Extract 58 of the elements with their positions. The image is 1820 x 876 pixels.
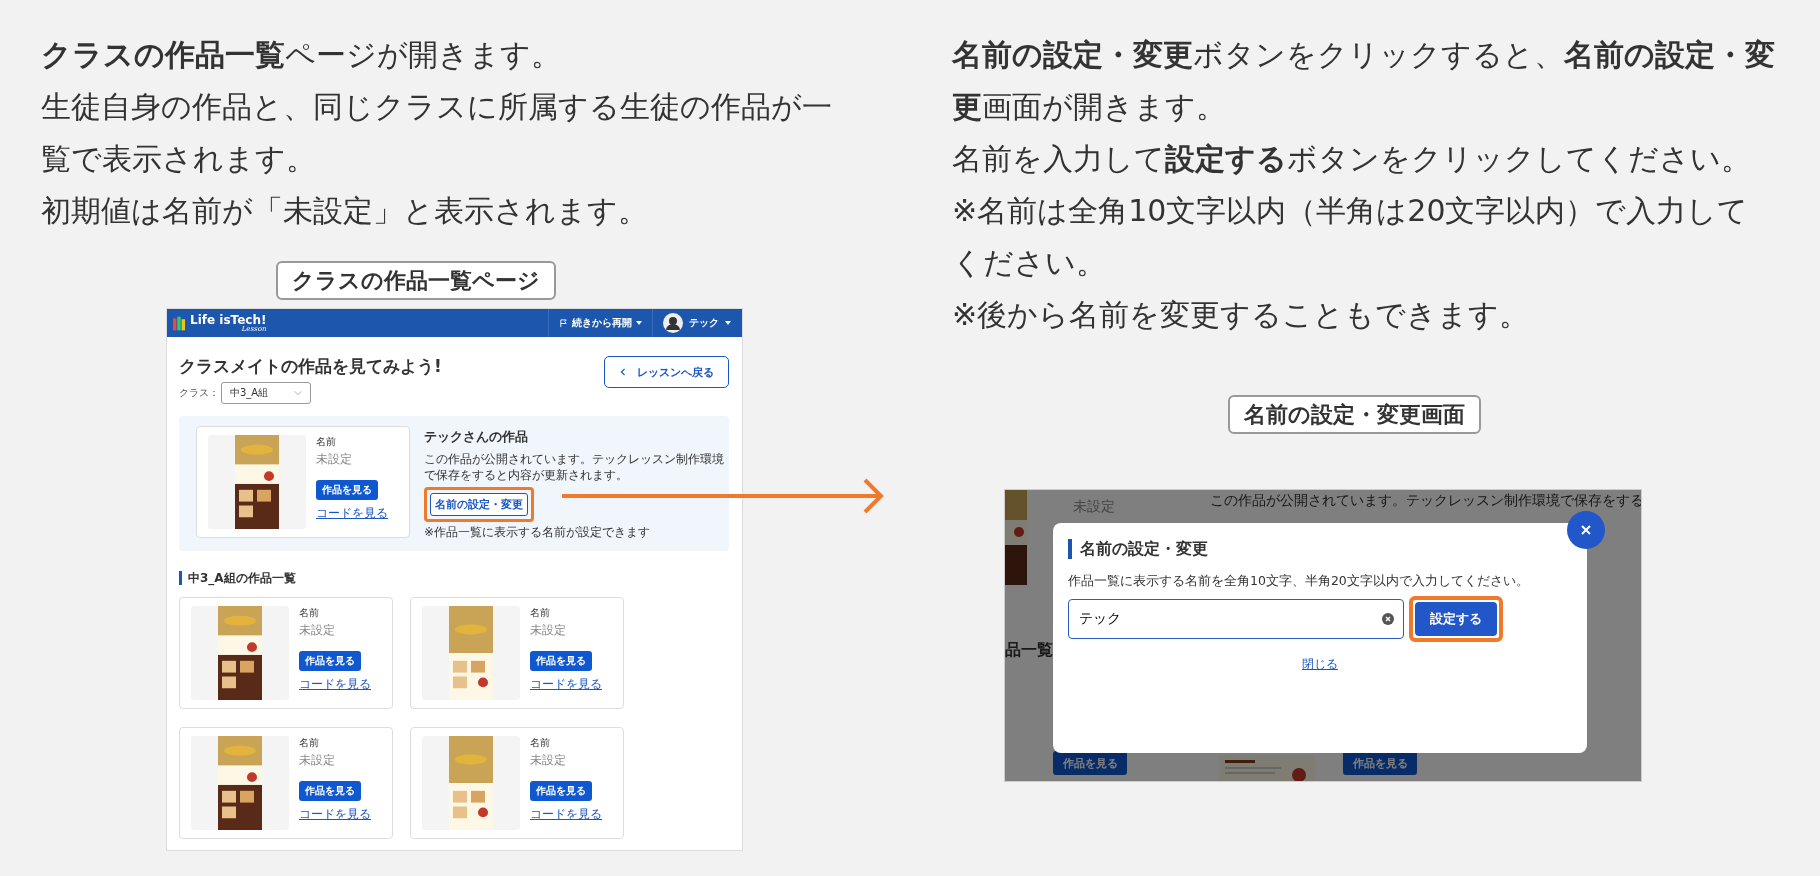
view-code-link[interactable]: コードを見る xyxy=(530,676,602,693)
close-link[interactable]: 閉じる xyxy=(1302,656,1338,673)
name-value: 未設定 xyxy=(316,451,352,468)
avatar-icon xyxy=(663,313,683,333)
view-work-button[interactable]: 作品を見る xyxy=(299,781,361,801)
work-description: この作品が公開されています。テックレッスン制作環境で保存をする xyxy=(1210,492,1641,510)
chevron-down-icon xyxy=(294,389,302,397)
set-name-button[interactable]: 名前の設定・変更 xyxy=(430,493,528,516)
name-value: 未設定 xyxy=(299,622,335,639)
work-description: この作品が公開されています。テックレッスン制作環境で保存をすると内容が更新されます。 xyxy=(424,451,724,483)
class-dropdown[interactable]: 中3_A組 xyxy=(221,382,311,404)
dialog-instruction: 作品一覧に表示する名前を全角10文字、半角20文字以内で入力してください。 xyxy=(1068,573,1530,590)
resume-menu[interactable]: 続きから再開 xyxy=(548,309,652,337)
page-title: クラスメイトの作品を見てみよう! xyxy=(179,355,442,378)
flag-icon xyxy=(559,318,568,328)
work-heading: テックさんの作品 xyxy=(424,428,529,446)
name-value: 未設定 xyxy=(530,622,566,639)
name-label: 名前 xyxy=(299,736,319,750)
submit-button[interactable]: 設定する xyxy=(1415,602,1497,636)
name-label: 名前 xyxy=(299,606,319,620)
view-code-link[interactable]: コードを見る xyxy=(299,806,371,823)
view-code-link[interactable]: コードを見る xyxy=(316,505,388,522)
back-to-lesson-button[interactable]: レッスンへ戻る xyxy=(604,356,729,388)
logo-text: Life isTech! xyxy=(190,313,267,326)
caret-icon xyxy=(725,321,731,325)
instruction-text: 初期値は名前が「未設定」と表示されます。 xyxy=(41,192,649,230)
section-heading: 品一覧 xyxy=(1005,640,1053,661)
class-label: クラス： xyxy=(179,386,219,400)
close-icon xyxy=(1580,524,1592,536)
logo-icon xyxy=(173,315,185,331)
close-button[interactable] xyxy=(1567,511,1605,549)
note-text: ※作品一覧に表示する名前が設定できます xyxy=(424,524,651,541)
instruction-text: クラスの作品一覧ページが開きます。 xyxy=(41,36,562,74)
instruction-text: 名前の設定・変更ボタンをクリックすると、名前の設定・変更画面が開きます。 xyxy=(952,36,1776,126)
section-heading: 中3_A組の作品一覧 xyxy=(179,571,729,585)
name-value: 未設定 xyxy=(299,752,335,769)
name-label: 名前 xyxy=(316,435,336,449)
view-work-button[interactable]: 作品を見る xyxy=(530,781,592,801)
view-work-button[interactable]: 作品を見る xyxy=(316,480,378,500)
instruction-text: ※後から名前を変更することもできます。 xyxy=(952,296,1531,334)
user-menu[interactable]: テック xyxy=(652,309,742,337)
instruction-text: 名前を入力して設定するボタンをクリックしてください。 xyxy=(952,140,1752,178)
view-code-link[interactable]: コードを見る xyxy=(530,806,602,823)
view-work-button[interactable]: 作品を見る xyxy=(299,651,361,671)
name-value: 未設定 xyxy=(530,752,566,769)
name-label: 名前 xyxy=(530,606,550,620)
view-code-link[interactable]: コードを見る xyxy=(299,676,371,693)
instruction-text: ※名前は全角10文字以内（半角は20文字以内）で入力してください。 xyxy=(952,192,1750,282)
instruction-text: 生徒自身の作品と、同じクラスに所属する生徒の作品が一覧で表示されます。 xyxy=(41,88,833,178)
name-input-field[interactable]: テック xyxy=(1068,599,1404,639)
name-label: 名前 xyxy=(530,736,550,750)
name-value: 未設定 xyxy=(1073,498,1115,516)
view-work-button[interactable]: 作品を見る xyxy=(530,651,592,671)
caption-label: 名前の設定・変更画面 xyxy=(1228,395,1481,434)
caption-label: クラスの作品一覧ページ xyxy=(276,261,556,300)
chevron-left-icon xyxy=(619,368,627,376)
caret-icon xyxy=(636,321,642,325)
clear-icon[interactable] xyxy=(1382,613,1394,625)
